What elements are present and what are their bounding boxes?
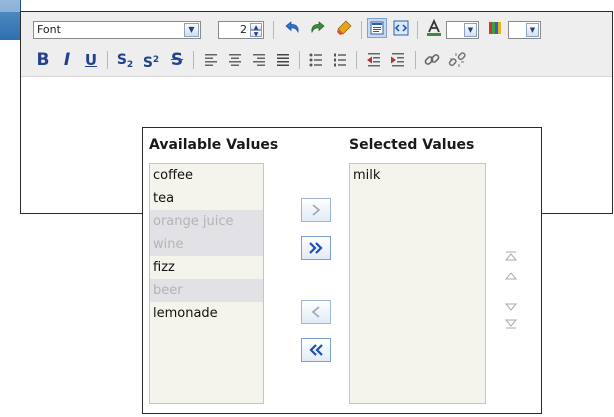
underline-icon[interactable]: U (81, 50, 101, 70)
font-size-value: 2 (240, 23, 247, 36)
text-color-icon[interactable] (424, 18, 444, 38)
move-up-icon[interactable] (504, 269, 518, 287)
move-top-icon[interactable] (504, 249, 518, 267)
align-center-icon[interactable] (225, 50, 245, 70)
bold-icon[interactable]: B (33, 50, 53, 70)
align-right-icon[interactable] (249, 50, 269, 70)
superscript-icon[interactable]: S2 (141, 50, 161, 71)
move-icon[interactable] (301, 198, 331, 222)
strikethrough-icon[interactable]: S (167, 50, 187, 70)
available-values-list[interactable]: coffee tea orange juice wine fizz beer l… (149, 163, 264, 404)
toolbar-separator (356, 51, 357, 69)
spin-up-icon[interactable]: ▲ (250, 23, 262, 31)
background-color-picker[interactable]: ▼ (508, 21, 541, 39)
toolbar-separator (273, 21, 274, 39)
move-down-icon[interactable] (504, 300, 518, 318)
list-item[interactable]: milk (350, 164, 485, 187)
numbered-list-icon[interactable] (330, 50, 350, 70)
toolbar-row-2: B I U S2 S2 S (21, 44, 612, 77)
outdent-icon[interactable] (364, 50, 384, 70)
list-item[interactable]: tea (150, 187, 263, 210)
available-values-header: Available Values (149, 137, 279, 153)
background-color-dropdown-icon[interactable]: ▼ (526, 23, 539, 37)
list-item: wine (150, 233, 263, 256)
font-select-value: Font (37, 23, 61, 36)
spin-down-icon[interactable]: ▼ (250, 30, 262, 38)
bullet-list-icon[interactable] (306, 50, 326, 70)
align-left-icon[interactable] (201, 50, 221, 70)
font-dropdown-icon[interactable]: ▼ (184, 23, 199, 37)
undo-icon[interactable] (282, 18, 302, 38)
list-item[interactable]: fizz (150, 256, 263, 279)
selected-values-list[interactable]: milk (349, 163, 486, 404)
list-item[interactable]: coffee (150, 164, 263, 187)
font-select[interactable]: Font ▼ (33, 21, 201, 39)
shuttle-dialog: Available Values Selected Values coffee … (142, 127, 542, 414)
toolbar-separator (299, 51, 300, 69)
background-color-icon[interactable] (485, 18, 505, 38)
font-size-spinner[interactable]: 2 ▲ ▼ (218, 21, 264, 39)
source-mode-icon[interactable] (391, 18, 411, 38)
toolbar-separator (107, 51, 108, 69)
subscript-icon[interactable]: S2 (115, 50, 135, 70)
toolbar-separator (193, 51, 194, 69)
move-bottom-icon[interactable] (504, 317, 518, 335)
list-item[interactable]: lemonade (150, 302, 263, 325)
move-all-icon[interactable] (301, 236, 331, 260)
list-item: beer (150, 279, 263, 302)
italic-icon[interactable]: I (57, 50, 77, 70)
link-icon[interactable] (422, 50, 442, 70)
remove-icon[interactable] (301, 300, 331, 324)
unlink-icon[interactable] (447, 50, 467, 70)
redo-icon[interactable] (308, 18, 328, 38)
text-color-dropdown-icon[interactable]: ▼ (464, 23, 477, 37)
list-item: orange juice (150, 210, 263, 233)
indent-icon[interactable] (388, 50, 408, 70)
toolbar-row-1: Font ▼ 2 ▲ ▼ ▼ ▼ (21, 12, 612, 45)
toolbar-separator (417, 21, 418, 39)
toolbar-separator (361, 21, 362, 39)
justify-icon[interactable] (273, 50, 293, 70)
rich-text-mode-icon[interactable] (367, 18, 387, 38)
text-color-picker[interactable]: ▼ (446, 21, 479, 39)
eraser-icon[interactable] (334, 18, 354, 38)
selected-values-header: Selected Values (349, 137, 475, 153)
background-window-edge (0, 0, 21, 40)
toolbar-separator (415, 51, 416, 69)
remove-all-icon[interactable] (301, 338, 331, 362)
